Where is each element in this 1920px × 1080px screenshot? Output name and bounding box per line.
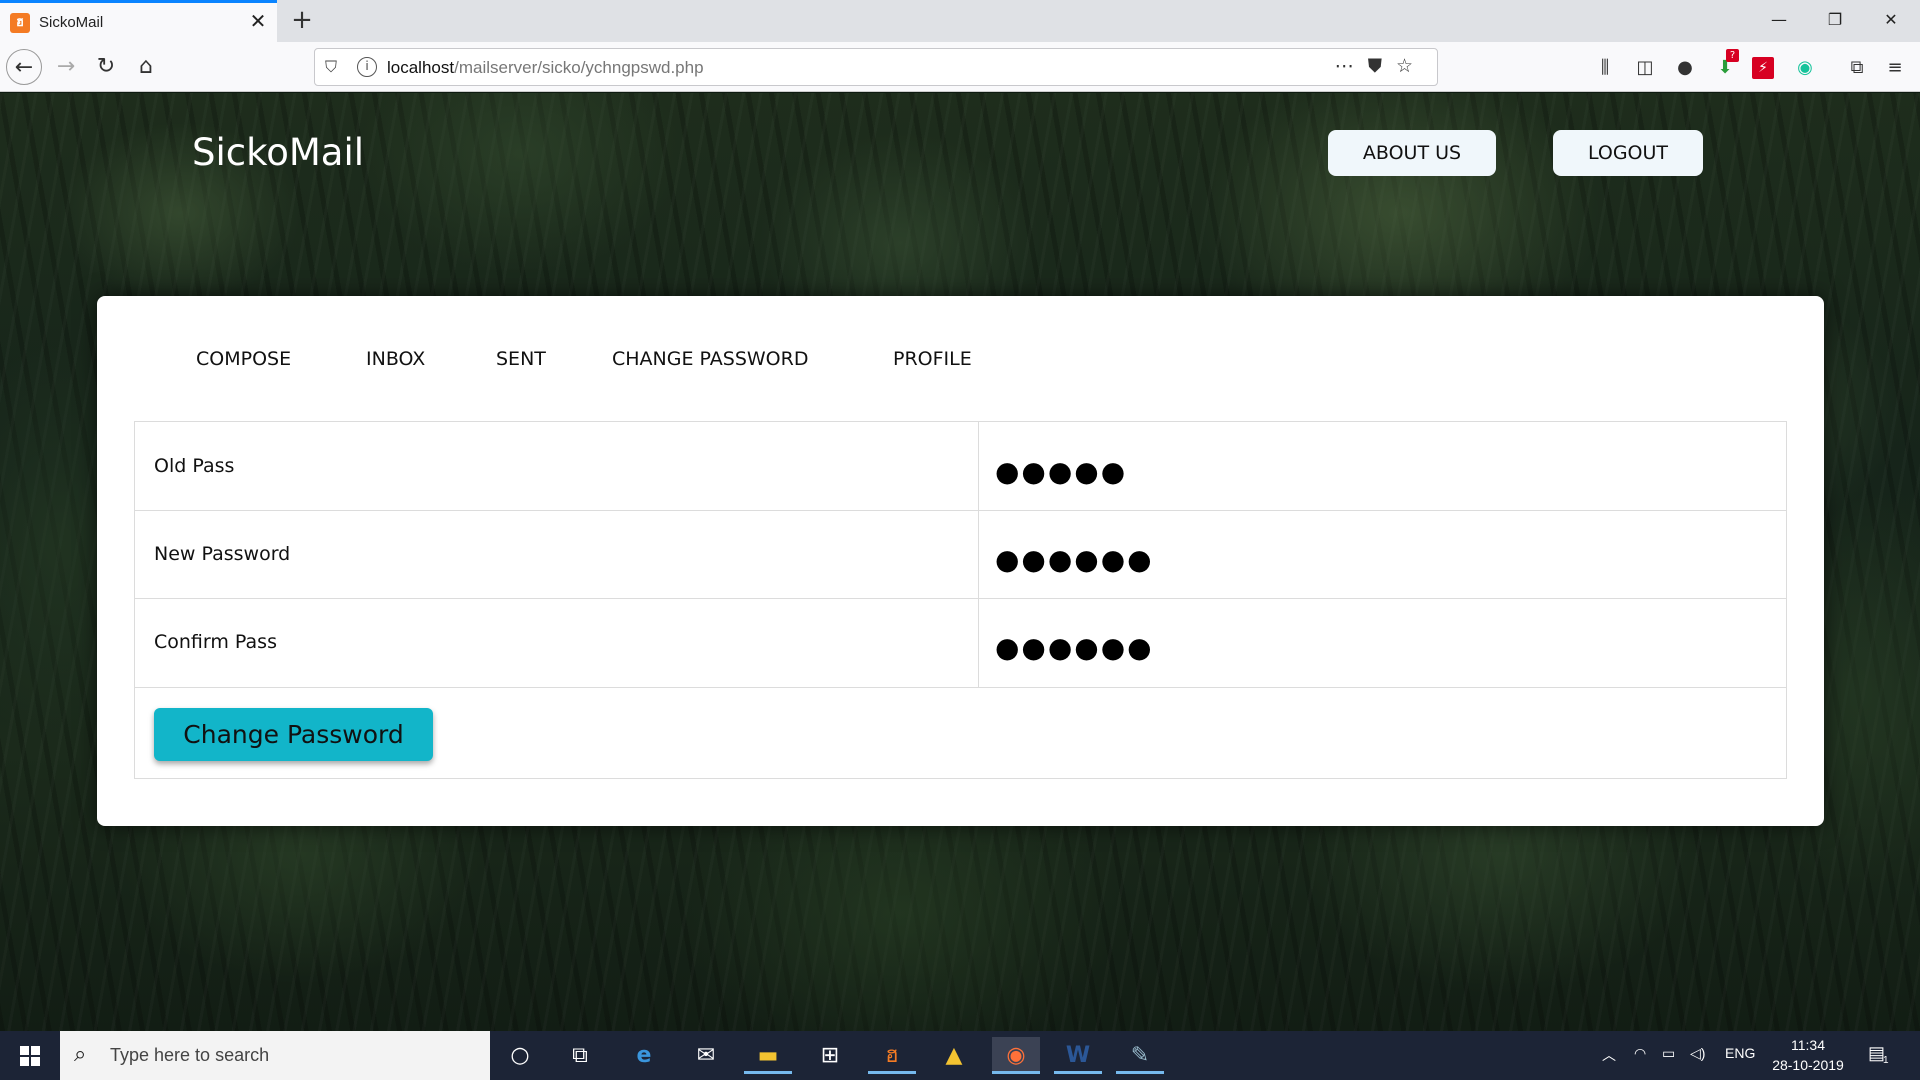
- change-password-button[interactable]: Change Password: [154, 708, 433, 761]
- confirm-password-row: Confirm Pass ●●●●●●: [135, 599, 1786, 688]
- home-icon[interactable]: ⌂: [128, 49, 164, 85]
- old-password-label: Old Pass: [154, 455, 235, 477]
- edge-icon[interactable]: e: [620, 1037, 668, 1074]
- new-tab-button[interactable]: +: [287, 6, 317, 36]
- tab-close-icon[interactable]: ✕: [246, 9, 270, 33]
- tab-title: SickoMail: [39, 14, 104, 31]
- word-icon[interactable]: W: [1054, 1037, 1102, 1074]
- mail-menu: COMPOSE INBOX SENT CHANGE PASSWORD PROFI…: [97, 348, 1824, 378]
- task-view-icon[interactable]: ⧉: [556, 1037, 604, 1074]
- store-icon[interactable]: ⊞: [806, 1037, 854, 1074]
- flash-extension-icon[interactable]: ⚡: [1752, 57, 1774, 79]
- close-window-button[interactable]: ✕: [1868, 4, 1914, 36]
- bookmark-star-icon[interactable]: ☆: [1396, 55, 1427, 77]
- extension-badge: ?: [1726, 49, 1739, 62]
- start-button[interactable]: [0, 1031, 60, 1080]
- forward-arrow-icon[interactable]: →: [48, 49, 84, 85]
- clock-date: 28-10-2019: [1772, 1057, 1844, 1073]
- menu-inbox[interactable]: INBOX: [366, 348, 425, 370]
- logout-button[interactable]: LOGOUT: [1553, 130, 1703, 176]
- search-placeholder: Type here to search: [110, 1045, 270, 1065]
- page-actions: ⋯⛊☆: [1335, 55, 1427, 77]
- xampp-favicon-icon: ฮ: [10, 13, 30, 33]
- restore-button[interactable]: ❐: [1812, 4, 1858, 36]
- vlc-icon[interactable]: ▲: [930, 1037, 978, 1074]
- search-icon: ⌕: [74, 1042, 87, 1067]
- account-icon[interactable]: ●: [1672, 55, 1698, 81]
- clock-time: 11:34: [1791, 1037, 1825, 1053]
- main-card: COMPOSE INBOX SENT CHANGE PASSWORD PROFI…: [97, 296, 1824, 826]
- more-actions-icon[interactable]: ⋯: [1335, 55, 1368, 77]
- clock[interactable]: 11:34 28-10-2019: [1768, 1035, 1848, 1075]
- notification-icon[interactable]: ▤1: [1868, 1043, 1891, 1066]
- tray-chevron-icon[interactable]: ︿: [1602, 1045, 1616, 1065]
- change-password-form: Old Pass ●●●●● New Password ●●●●●● Confi…: [134, 421, 1787, 779]
- tracking-shield-icon[interactable]: ⛉: [325, 57, 337, 77]
- url-path: /mailserver/sicko/ychngpswd.php: [454, 58, 704, 77]
- windows-taskbar: ⌕ Type here to search ○ ⧉ e ✉ ▬ ⊞ ฮ ▲ ◉ …: [0, 1031, 1920, 1080]
- browser-tab-bar: ฮ SickoMail ✕ + — ❐ ✕: [0, 0, 1920, 42]
- file-explorer-icon[interactable]: ▬: [744, 1037, 792, 1074]
- battery-icon[interactable]: ▭: [1662, 1045, 1675, 1062]
- taskbar-search[interactable]: ⌕ Type here to search: [60, 1031, 490, 1080]
- cell-divider: [978, 599, 979, 687]
- sidebar-icon[interactable]: ◫: [1632, 55, 1658, 81]
- submit-row: Change Password: [135, 688, 1786, 780]
- menu-sent[interactable]: SENT: [496, 348, 546, 370]
- about-us-button[interactable]: ABOUT US: [1328, 130, 1496, 176]
- url-text[interactable]: localhost/mailserver/sicko/ychngpswd.php: [387, 58, 704, 78]
- confirm-password-input[interactable]: ●●●●●●: [995, 634, 1154, 662]
- new-password-input[interactable]: ●●●●●●: [995, 546, 1154, 574]
- pocket-icon[interactable]: ⛊: [1368, 55, 1396, 77]
- language-indicator[interactable]: ENG: [1725, 1045, 1755, 1061]
- library-icon[interactable]: ⫼: [1592, 55, 1618, 81]
- grammarly-icon[interactable]: ◉: [1792, 55, 1818, 81]
- new-password-row: New Password ●●●●●●: [135, 511, 1786, 599]
- firefox-icon[interactable]: ◉: [992, 1037, 1040, 1074]
- browser-tab[interactable]: ฮ SickoMail ✕: [0, 0, 277, 42]
- browser-nav-bar: ← → ↻ ⌂ ⛉ i localhost/mailserver/sicko/y…: [0, 42, 1920, 92]
- menu-hamburger-icon[interactable]: ≡: [1882, 55, 1908, 81]
- back-arrow-icon[interactable]: ←: [6, 49, 42, 85]
- cortana-icon[interactable]: ○: [496, 1037, 544, 1074]
- minimize-button[interactable]: —: [1756, 4, 1802, 36]
- windows-logo-icon: [20, 1046, 40, 1066]
- download-extension-icon[interactable]: ⬇?: [1712, 49, 1739, 81]
- url-host: localhost: [387, 58, 455, 77]
- page-background: SickoMail ABOUT US LOGOUT COMPOSE INBOX …: [0, 93, 1920, 1031]
- reload-icon[interactable]: ↻: [88, 49, 124, 85]
- extensions-icon[interactable]: ⧉: [1844, 55, 1870, 81]
- wifi-icon[interactable]: ◠: [1634, 1045, 1646, 1062]
- notification-count: 1: [1883, 1055, 1889, 1066]
- xampp-icon[interactable]: ฮ: [868, 1037, 916, 1074]
- confirm-password-label: Confirm Pass: [154, 631, 277, 653]
- cell-divider: [978, 422, 979, 510]
- menu-profile[interactable]: PROFILE: [893, 348, 972, 370]
- mail-icon[interactable]: ✉: [682, 1037, 730, 1074]
- old-password-input[interactable]: ●●●●●: [995, 458, 1127, 486]
- cell-divider: [978, 511, 979, 598]
- menu-compose[interactable]: COMPOSE: [196, 348, 291, 370]
- paint-icon[interactable]: ✎: [1116, 1037, 1164, 1074]
- site-info-icon[interactable]: i: [357, 57, 377, 77]
- volume-icon[interactable]: ◁): [1690, 1045, 1705, 1062]
- address-bar[interactable]: ⛉ i localhost/mailserver/sicko/ychngpswd…: [314, 48, 1438, 86]
- old-password-row: Old Pass ●●●●●: [135, 422, 1786, 511]
- menu-change-password[interactable]: CHANGE PASSWORD: [612, 348, 808, 370]
- site-logo[interactable]: SickoMail: [192, 131, 364, 174]
- new-password-label: New Password: [154, 543, 291, 565]
